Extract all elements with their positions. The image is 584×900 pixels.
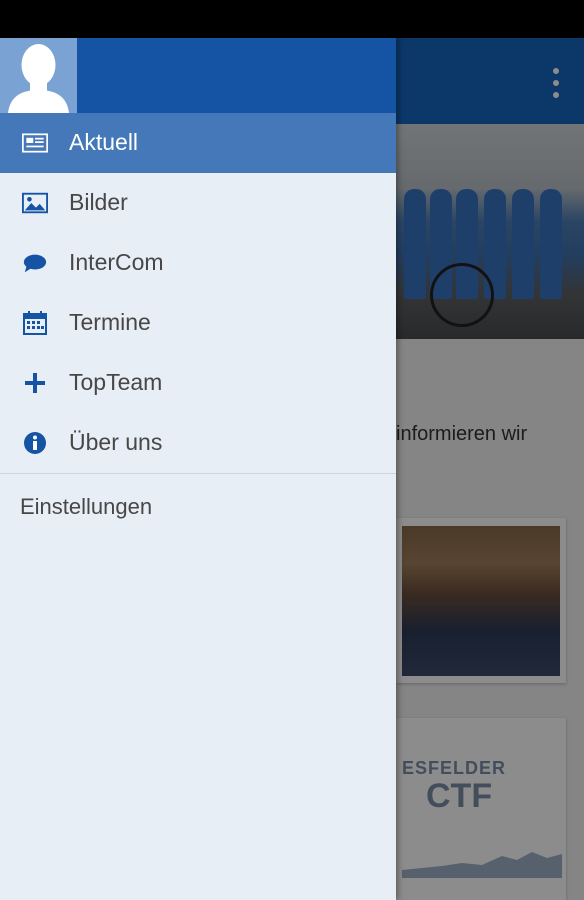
settings-item[interactable]: Einstellungen xyxy=(20,494,152,520)
drawer-item-label: Aktuell xyxy=(69,129,139,155)
user-silhouette-icon xyxy=(8,44,69,113)
drawer-item-label: Bilder xyxy=(69,189,128,215)
drawer-item-label: Termine xyxy=(69,309,151,335)
avatar[interactable] xyxy=(0,38,77,113)
chat-bubble-icon xyxy=(22,251,48,275)
drawer-item-intercom[interactable]: InterCom xyxy=(0,233,396,293)
drawer-item-termine[interactable]: Termine xyxy=(0,293,396,353)
drawer-item-bilder[interactable]: Bilder xyxy=(0,173,396,233)
navigation-drawer: Aktuell Bilder InterCom Termine TopTeam … xyxy=(0,38,396,900)
status-bar xyxy=(0,0,584,38)
drawer-item-aktuell[interactable]: Aktuell xyxy=(0,113,396,173)
drawer-item-label: TopTeam xyxy=(69,369,163,395)
drawer-item-label: InterCom xyxy=(69,249,164,275)
info-icon xyxy=(22,431,48,455)
drawer-item-ueber-uns[interactable]: Über uns xyxy=(0,413,396,473)
drawer-item-topteam[interactable]: TopTeam xyxy=(0,353,396,413)
newspaper-icon xyxy=(22,131,48,155)
image-icon xyxy=(22,191,48,215)
drawer-header xyxy=(0,38,396,113)
plus-icon xyxy=(22,371,48,395)
calendar-icon xyxy=(22,311,48,335)
drawer-item-label: Über uns xyxy=(69,429,163,455)
drawer-divider xyxy=(0,473,396,474)
